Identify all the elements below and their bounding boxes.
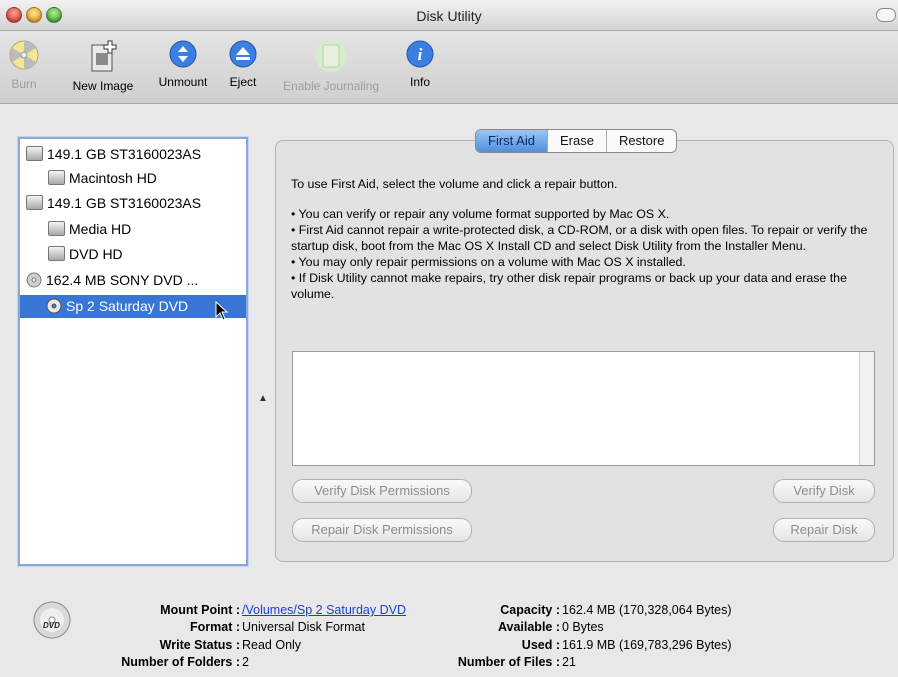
selected-disc-icon: DVD bbox=[32, 600, 72, 643]
unmount-button[interactable]: Unmount bbox=[152, 39, 214, 89]
verify-disk-button[interactable]: Verify Disk bbox=[773, 479, 875, 503]
write-status-value: Read Only bbox=[242, 638, 302, 652]
tab-first-aid[interactable]: First Aid bbox=[476, 130, 548, 152]
dvd-disc-icon bbox=[46, 298, 62, 314]
volume-icon bbox=[48, 246, 65, 261]
available-value: 0 Bytes bbox=[562, 620, 604, 634]
first-aid-instructions: To use First Aid, select the volume and … bbox=[291, 176, 881, 302]
first-aid-bullet: • You can verify or repair any volume fo… bbox=[291, 207, 670, 221]
capacity-label: Capacity : bbox=[500, 603, 560, 617]
volume-item-dvd-hd[interactable]: DVD HD bbox=[48, 243, 123, 266]
mount-point-link[interactable]: /Volumes/Sp 2 Saturday DVD bbox=[242, 603, 406, 617]
volume-icon bbox=[48, 170, 65, 185]
first-aid-bullet: • You may only repair permissions on a v… bbox=[291, 255, 686, 269]
disk-list[interactable]: 149.1 GB ST3160023AS Macintosh HD 149.1 … bbox=[18, 137, 248, 566]
info-button[interactable]: i Info bbox=[402, 39, 438, 89]
disk-item-st3160023as-1[interactable]: 149.1 GB ST3160023AS bbox=[26, 143, 201, 166]
repair-disk-permissions-button[interactable]: Repair Disk Permissions bbox=[292, 518, 472, 542]
toolbar: Burn New Image Unmount Eject Enable Jour… bbox=[0, 31, 898, 104]
folders-label: Number of Folders : bbox=[121, 655, 240, 669]
hard-disk-icon bbox=[26, 195, 43, 210]
tab-erase[interactable]: Erase bbox=[548, 130, 607, 152]
info-icon: i bbox=[406, 40, 434, 68]
format-label: Format : bbox=[190, 620, 240, 634]
burn-button[interactable]: Burn bbox=[4, 39, 44, 91]
toolbar-toggle-button[interactable] bbox=[876, 8, 896, 22]
volume-item-sp2-saturday-dvd[interactable]: Sp 2 Saturday DVD bbox=[20, 295, 246, 321]
window-title: Disk Utility bbox=[416, 8, 482, 24]
first-aid-intro: To use First Aid, select the volume and … bbox=[291, 177, 618, 191]
tab-bar: First Aid Erase Restore bbox=[475, 129, 678, 153]
new-image-button[interactable]: New Image bbox=[64, 39, 142, 93]
disk-item-st3160023as-2[interactable]: 149.1 GB ST3160023AS bbox=[26, 192, 201, 215]
capacity-value: 162.4 MB (170,328,064 Bytes) bbox=[562, 603, 732, 617]
volume-icon bbox=[48, 221, 65, 236]
disk-item-sony-dvd[interactable]: 162.4 MB SONY DVD ... bbox=[26, 269, 198, 292]
burn-icon bbox=[9, 40, 39, 70]
first-aid-log[interactable] bbox=[292, 351, 875, 466]
tab-restore[interactable]: Restore bbox=[607, 130, 677, 152]
folders-value: 2 bbox=[242, 655, 249, 669]
files-label: Number of Files : bbox=[457, 655, 560, 669]
first-aid-bullet: • First Aid cannot repair a write-protec… bbox=[291, 223, 868, 253]
used-value: 161.9 MB (169,783,296 Bytes) bbox=[562, 638, 732, 652]
disc-icon-label: DVD bbox=[43, 621, 60, 630]
verify-disk-permissions-button[interactable]: Verify Disk Permissions bbox=[292, 479, 472, 503]
available-label: Available : bbox=[497, 620, 560, 634]
used-label: Used : bbox=[521, 638, 560, 652]
svg-text:i: i bbox=[418, 45, 423, 64]
journaling-icon bbox=[315, 40, 347, 72]
eject-icon bbox=[229, 40, 257, 68]
enable-journaling-button[interactable]: Enable Journaling bbox=[270, 39, 392, 93]
eject-button[interactable]: Eject bbox=[224, 39, 262, 89]
mount-point-label: Mount Point : bbox=[160, 603, 240, 617]
volume-item-media-hd[interactable]: Media HD bbox=[48, 218, 131, 241]
mouse-cursor-icon bbox=[215, 301, 229, 321]
unmount-icon bbox=[169, 40, 197, 68]
first-aid-bullet: • If Disk Utility cannot make repairs, t… bbox=[291, 271, 847, 301]
split-view-handle-icon[interactable]: ▲ bbox=[258, 393, 268, 404]
volume-item-macintosh-hd[interactable]: Macintosh HD bbox=[48, 167, 157, 190]
files-value: 21 bbox=[562, 655, 576, 669]
title-bar: Disk Utility bbox=[0, 0, 898, 31]
format-value: Universal Disk Format bbox=[242, 620, 365, 634]
write-status-label: Write Status : bbox=[159, 638, 240, 652]
new-image-icon bbox=[91, 40, 117, 72]
hard-disk-icon bbox=[26, 146, 43, 161]
log-scrollbar[interactable] bbox=[859, 352, 874, 465]
optical-drive-icon bbox=[26, 272, 42, 288]
repair-disk-button[interactable]: Repair Disk bbox=[773, 518, 875, 542]
